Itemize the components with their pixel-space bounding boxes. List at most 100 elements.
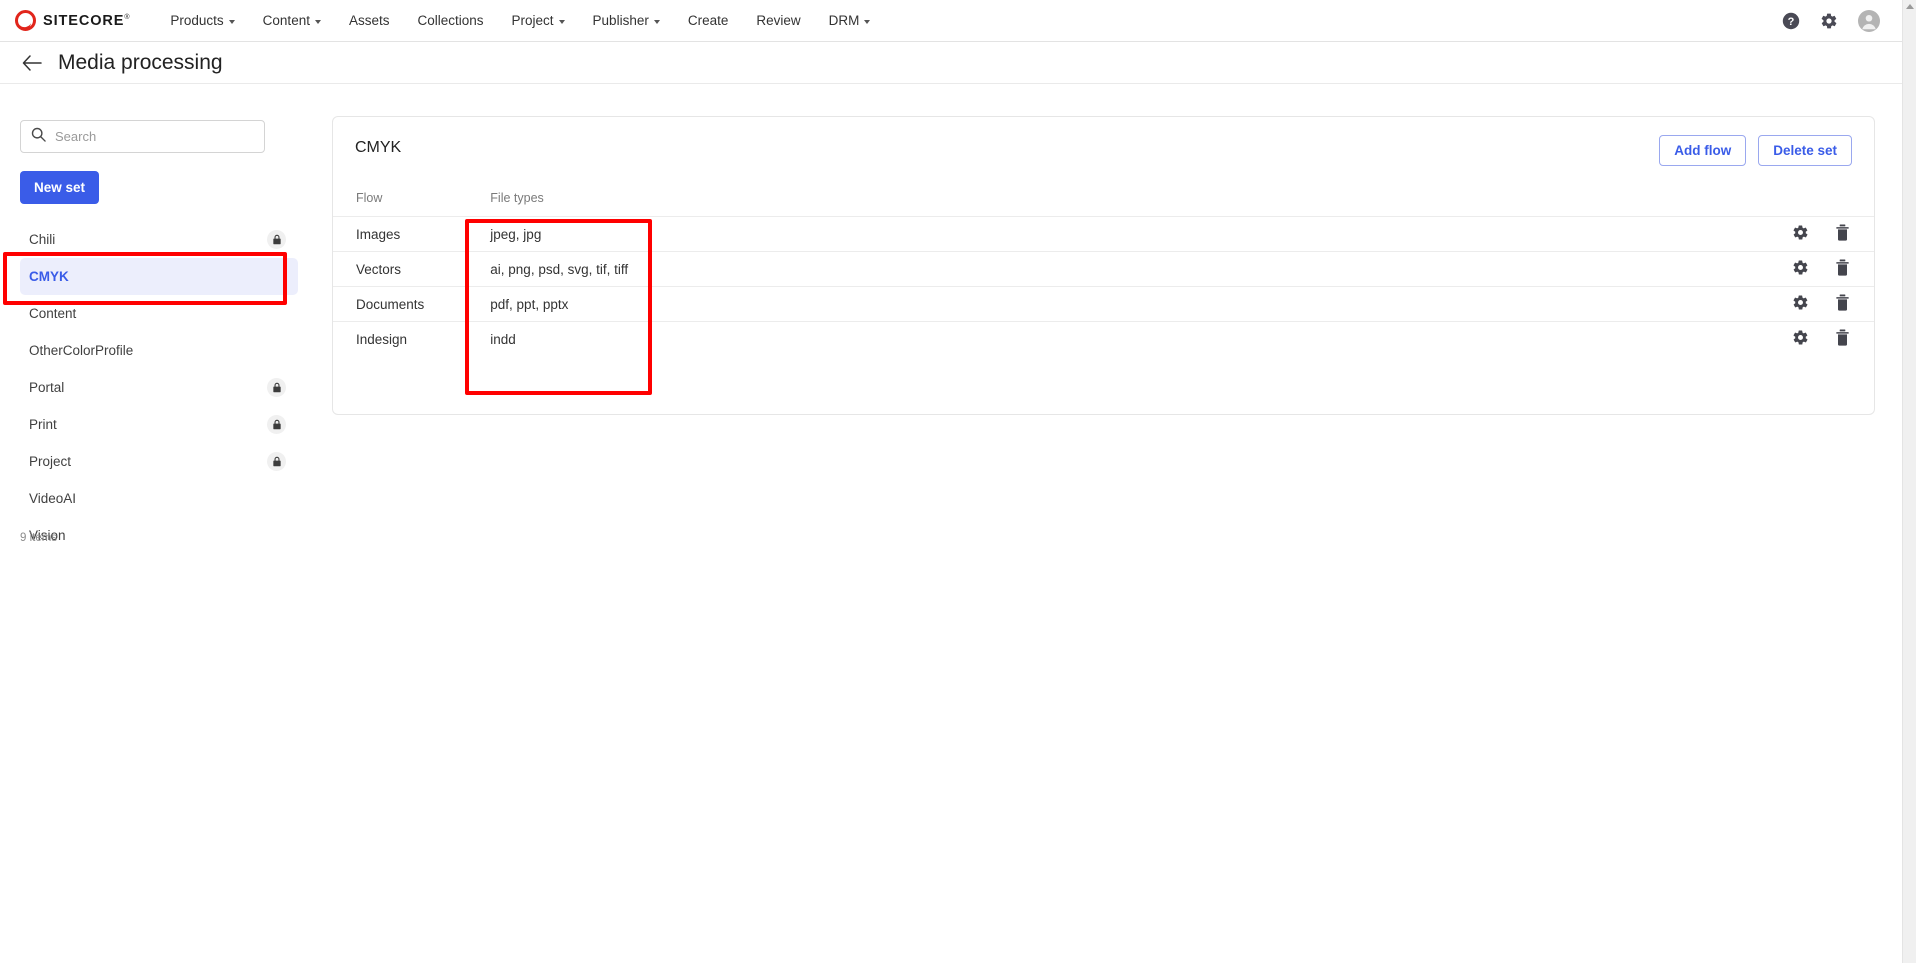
nav-item-create[interactable]: Create — [674, 0, 743, 41]
table-row[interactable]: Images jpeg, jpg — [333, 216, 1874, 252]
chevron-down-icon — [558, 19, 565, 24]
top-nav-right-icons: ? — [1782, 9, 1880, 32]
settings-gear-icon[interactable] — [1792, 224, 1809, 241]
page-header: Media processing — [0, 42, 1902, 84]
cell-row-actions — [1458, 321, 1874, 357]
column-header-file-types: File types — [490, 191, 544, 205]
set-item-label: CMYK — [29, 269, 69, 284]
new-set-button[interactable]: New set — [20, 171, 100, 204]
flows-table-head: Flow File types — [333, 191, 1874, 217]
chevron-down-icon — [864, 19, 871, 24]
cell-flow-name: Documents — [333, 286, 425, 322]
back-arrow-icon[interactable] — [22, 54, 42, 71]
cell-flow-name: Images — [333, 216, 425, 252]
delete-trash-icon[interactable] — [1835, 224, 1850, 241]
nav-item-publisher[interactable]: Publisher — [579, 0, 674, 41]
sitecore-logo-text: SITECORE® — [43, 12, 131, 29]
sidebar-item-videoai[interactable]: VideoAI — [20, 480, 298, 517]
set-item-label: VideoAI — [29, 491, 77, 506]
cell-row-actions — [1458, 251, 1874, 287]
cell-file-types: ai, png, psd, svg, tif, tiff — [424, 251, 1459, 287]
set-item-label: Content — [29, 306, 77, 321]
chevron-down-icon — [314, 19, 321, 24]
nav-item-project[interactable]: Project — [498, 0, 579, 41]
gear-icon[interactable] — [1820, 12, 1838, 30]
nav-item-label: Project — [511, 13, 554, 28]
column-header-flow: Flow — [356, 191, 383, 205]
sitecore-logo[interactable]: SITECORE® — [15, 10, 130, 31]
search-input[interactable] — [55, 129, 250, 144]
help-icon[interactable]: ? — [1782, 12, 1800, 30]
nav-item-drm[interactable]: DRM — [815, 0, 885, 41]
set-detail-card: CMYK Add flow Delete set Flow File types… — [332, 116, 1875, 415]
sidebar-item-print[interactable]: Print — [20, 406, 298, 443]
delete-trash-icon[interactable] — [1835, 329, 1850, 346]
sitecore-logo-mark-icon — [15, 10, 36, 31]
set-item-label: Chili — [29, 232, 56, 247]
search-box[interactable] — [20, 120, 265, 153]
chevron-down-icon — [228, 19, 235, 24]
set-item-label: Print — [29, 417, 57, 432]
top-navigation-bar: SITECORE® Products Content Assets Collec… — [0, 0, 1902, 42]
cell-flow-name: Vectors — [333, 251, 425, 287]
account-avatar-icon[interactable] — [1858, 9, 1880, 32]
cell-row-actions — [1458, 286, 1874, 322]
nav-item-review[interactable]: Review — [742, 0, 814, 41]
flows-table-body: Images jpeg, jpg Vectors ai, png, psd, s… — [333, 216, 1874, 357]
nav-item-label: Assets — [348, 13, 390, 28]
table-row[interactable]: Vectors ai, png, psd, svg, tif, tiff — [333, 251, 1874, 287]
set-item-label: Portal — [29, 380, 65, 395]
nav-item-label: Products — [170, 13, 224, 28]
cell-row-actions — [1458, 216, 1874, 252]
table-row[interactable]: Documents pdf, ppt, pptx — [333, 286, 1874, 322]
nav-item-label: Publisher — [592, 13, 649, 28]
column-header-actions — [1458, 191, 1874, 217]
nav-item-label: Collections — [417, 13, 484, 28]
card-title: CMYK — [355, 139, 402, 156]
nav-item-label: DRM — [828, 13, 860, 28]
lock-icon — [267, 378, 286, 397]
set-item-label: Project — [29, 454, 72, 469]
card-action-buttons: Add flow Delete set — [1659, 135, 1852, 166]
sidebar-item-chili[interactable]: Chili — [20, 221, 298, 258]
add-flow-button[interactable]: Add flow — [1659, 135, 1747, 166]
nav-item-content[interactable]: Content — [249, 0, 335, 41]
settings-gear-icon[interactable] — [1792, 294, 1809, 311]
sets-sidebar: New set Chili CMYK Content OtherColorPro… — [0, 84, 320, 963]
sidebar-item-vision[interactable]: Vision — [20, 517, 298, 554]
cell-file-types: pdf, ppt, pptx — [424, 286, 1459, 322]
settings-gear-icon[interactable] — [1792, 259, 1809, 276]
set-item-label: OtherColorProfile — [29, 343, 134, 358]
primary-nav-items: Products Content Assets Collections Proj… — [156, 0, 884, 41]
nav-item-assets[interactable]: Assets — [335, 0, 404, 41]
nav-item-collections[interactable]: Collections — [403, 0, 497, 41]
delete-trash-icon[interactable] — [1835, 259, 1850, 276]
cell-file-types: jpeg, jpg — [424, 216, 1459, 252]
set-list: Chili CMYK Content OtherColorProfile Por… — [0, 221, 320, 554]
flows-table: Flow File types Images jpeg, jpg Vectors… — [333, 191, 1874, 357]
sidebar-item-portal[interactable]: Portal — [20, 369, 298, 406]
svg-text:?: ? — [1788, 16, 1795, 28]
table-header-row: Flow File types — [333, 191, 1874, 217]
delete-trash-icon[interactable] — [1835, 294, 1850, 311]
sidebar-item-cmyk[interactable]: CMYK — [20, 258, 298, 295]
delete-set-button[interactable]: Delete set — [1758, 135, 1852, 166]
page-title: Media processing — [58, 50, 223, 74]
chevron-down-icon — [653, 19, 660, 24]
settings-gear-icon[interactable] — [1792, 329, 1809, 346]
nav-item-label: Create — [687, 13, 729, 28]
nav-item-products[interactable]: Products — [156, 0, 248, 41]
page-scrollbar[interactable] — [1902, 0, 1916, 963]
sidebar-item-project[interactable]: Project — [20, 443, 298, 480]
search-icon — [31, 127, 46, 147]
table-row[interactable]: Indesign indd — [333, 321, 1874, 357]
cell-flow-name: Indesign — [333, 321, 425, 357]
nav-item-label: Content — [262, 13, 310, 28]
cell-file-types: indd — [424, 321, 1459, 357]
sidebar-item-content[interactable]: Content — [20, 295, 298, 332]
sidebar-item-othercolorprofile[interactable]: OtherColorProfile — [20, 332, 298, 369]
nav-item-label: Review — [756, 13, 801, 28]
items-count-label: 9 items — [20, 532, 58, 544]
lock-icon — [267, 230, 286, 249]
scroll-up-arrow-icon[interactable] — [1906, 4, 1914, 9]
